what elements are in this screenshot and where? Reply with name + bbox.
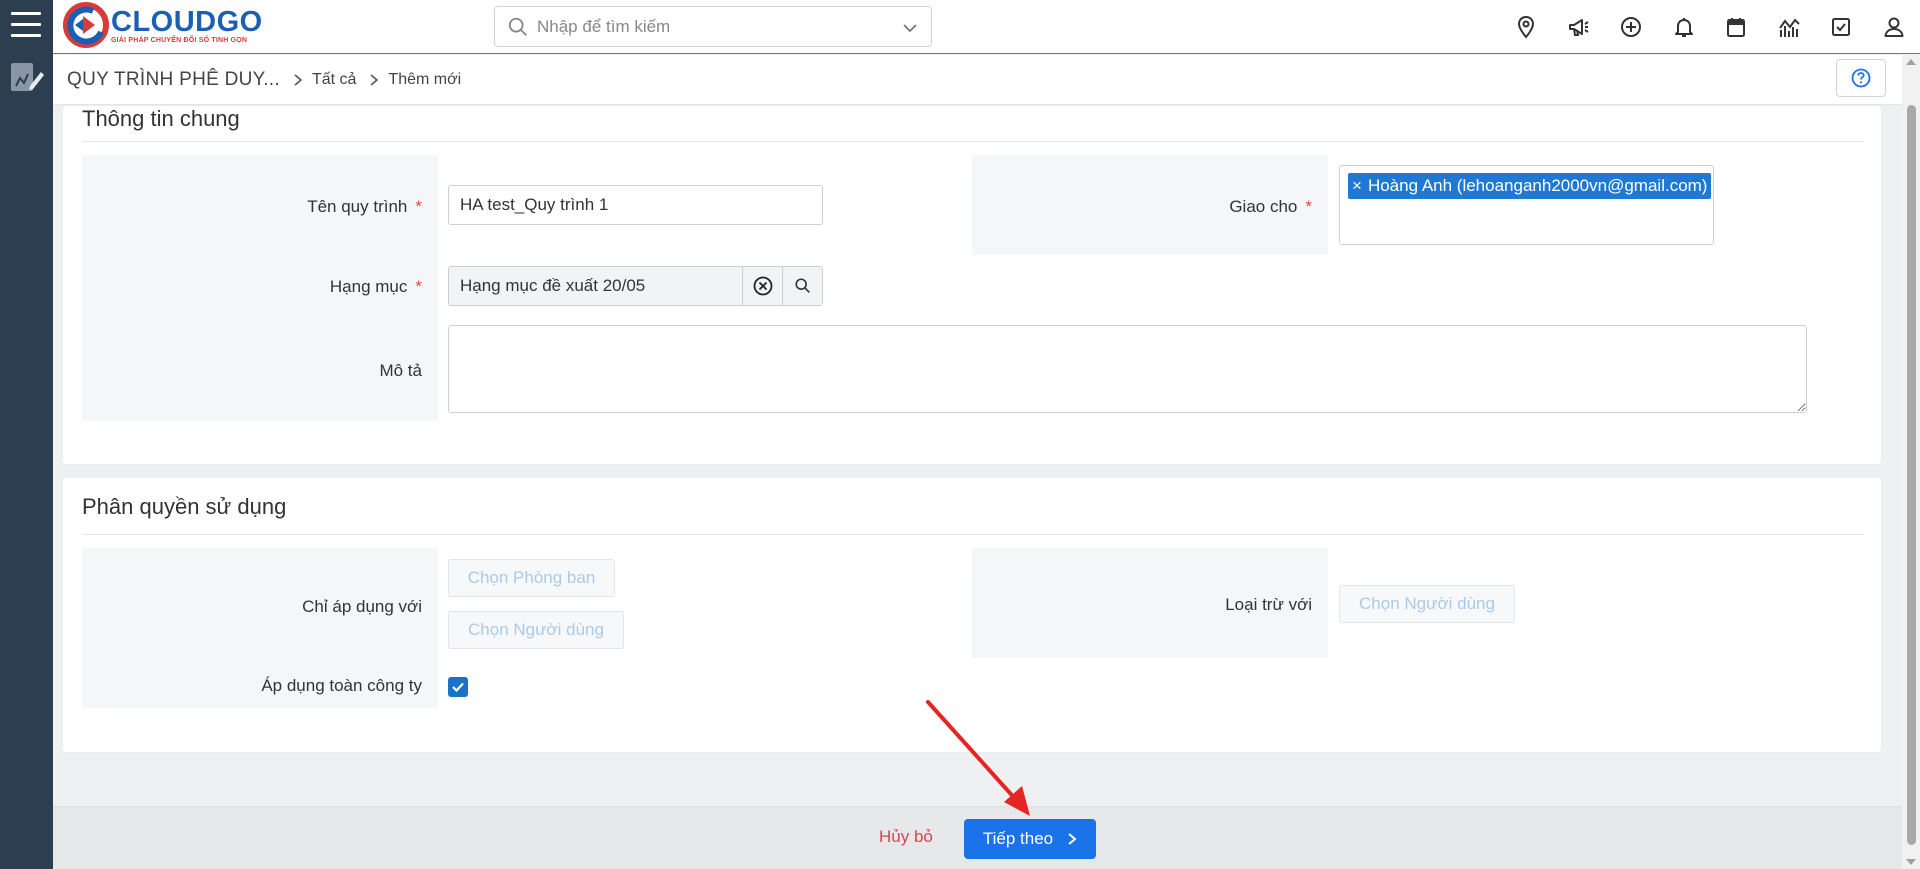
chart-icon[interactable]: [1763, 0, 1816, 54]
cloudgo-logo-icon: [63, 2, 109, 48]
scroll-thumb[interactable]: [1907, 105, 1916, 845]
assign-to-select[interactable]: × Hoàng Anh (lehoanganh2000vn@gmail.com): [1339, 165, 1714, 245]
calendar-icon[interactable]: [1710, 0, 1763, 54]
breadcrumb-add-new: Thêm mới: [388, 70, 462, 88]
search-icon: [508, 17, 527, 36]
search-input[interactable]: [537, 16, 897, 37]
chevron-down-icon[interactable]: [901, 19, 919, 37]
description-textarea[interactable]: [448, 325, 1807, 413]
logo-name: CLOUDGO: [111, 5, 263, 38]
question-circle-icon: [1851, 68, 1871, 88]
edit-document-icon[interactable]: [8, 60, 44, 96]
menu-icon[interactable]: [11, 12, 41, 40]
cancel-button[interactable]: Hủy bỏ: [879, 827, 933, 847]
required-mark: *: [1305, 197, 1312, 216]
page-scrollbar[interactable]: [1902, 55, 1920, 869]
exclude-choose-user-button[interactable]: Chọn Người dùng: [1339, 585, 1515, 623]
required-mark: *: [415, 277, 422, 296]
clear-category-button[interactable]: [742, 267, 782, 305]
divider: [82, 141, 1864, 142]
user-icon[interactable]: [1868, 0, 1920, 54]
general-info-panel: Thông tin chung Tên quy trình* Hạng mục*…: [63, 106, 1881, 464]
check-icon: [452, 682, 464, 693]
permission-panel: Phân quyền sử dụng Chỉ áp dụng với Chọn …: [63, 478, 1881, 752]
plus-circle-icon[interactable]: [1605, 0, 1658, 54]
assignee-tag: × Hoàng Anh (lehoanganh2000vn@gmail.com): [1348, 173, 1712, 199]
megaphone-icon[interactable]: [1553, 0, 1606, 54]
assign-to-label: Giao cho *: [1229, 197, 1312, 216]
choose-user-button[interactable]: Chọn Người dùng: [448, 611, 624, 649]
scroll-up-arrow-icon[interactable]: [1906, 59, 1916, 65]
top-icon-bar: [1500, 0, 1920, 54]
checkbox-task-icon[interactable]: [1815, 0, 1868, 54]
global-search[interactable]: [494, 6, 932, 47]
logo-tagline: GIẢI PHÁP CHUYỂN ĐỔI SỐ TINH GỌN: [111, 36, 248, 44]
category-value: Hạng mục đề xuất 20/05: [460, 276, 646, 295]
chevron-right-icon: [370, 73, 379, 86]
exclude-label: Loại trừ với: [1225, 595, 1312, 614]
scroll-down-arrow-icon[interactable]: [1906, 859, 1916, 865]
category-field[interactable]: Hạng mục đề xuất 20/05: [448, 266, 823, 306]
process-name-input[interactable]: [448, 185, 823, 225]
breadcrumb-module[interactable]: QUY TRÌNH PHÊ DUY...: [67, 69, 280, 91]
chevron-right-icon: [294, 73, 303, 86]
choose-department-button[interactable]: Chọn Phòng ban: [448, 559, 615, 597]
cloudgo-logo[interactable]: CLOUDGO GIẢI PHÁP CHUYỂN ĐỔI SỐ TINH GỌN: [63, 2, 263, 48]
breadcrumb: QUY TRÌNH PHÊ DUY... Tất cả Thêm mới: [53, 55, 1902, 105]
required-mark: *: [415, 197, 422, 216]
next-button[interactable]: Tiếp theo: [964, 819, 1096, 859]
process-name-label: Tên quy trình *: [307, 197, 422, 216]
divider: [82, 534, 1864, 535]
form-footer: Hủy bỏ Tiếp theo: [53, 806, 1902, 869]
sidebar: [0, 0, 53, 869]
location-pin-icon[interactable]: [1500, 0, 1553, 54]
search-icon: [794, 278, 810, 293]
breadcrumb-all[interactable]: Tất cả: [312, 71, 356, 89]
permission-title: Phân quyền sử dụng: [82, 494, 287, 519]
description-label: Mô tả: [379, 361, 422, 380]
search-category-button[interactable]: [782, 267, 822, 305]
main-content: Thông tin chung Tên quy trình* Hạng mục*…: [53, 106, 1902, 806]
remove-tag-icon[interactable]: ×: [1352, 176, 1362, 195]
apply-company-checkbox[interactable]: [448, 677, 468, 697]
apply-company-label: Áp dụng toàn công ty: [261, 676, 422, 695]
help-button[interactable]: [1836, 59, 1886, 97]
top-header: CLOUDGO GIẢI PHÁP CHUYỂN ĐỔI SỐ TINH GỌN: [53, 0, 1920, 54]
bell-icon[interactable]: [1658, 0, 1711, 54]
apply-only-label: Chỉ áp dụng với: [302, 597, 422, 616]
category-label: Hạng mục *: [329, 277, 422, 296]
chevron-right-icon: [1068, 833, 1077, 845]
next-button-label: Tiếp theo: [982, 829, 1054, 848]
general-info-title: Thông tin chung: [82, 106, 240, 131]
clear-circle-icon: [753, 276, 772, 296]
